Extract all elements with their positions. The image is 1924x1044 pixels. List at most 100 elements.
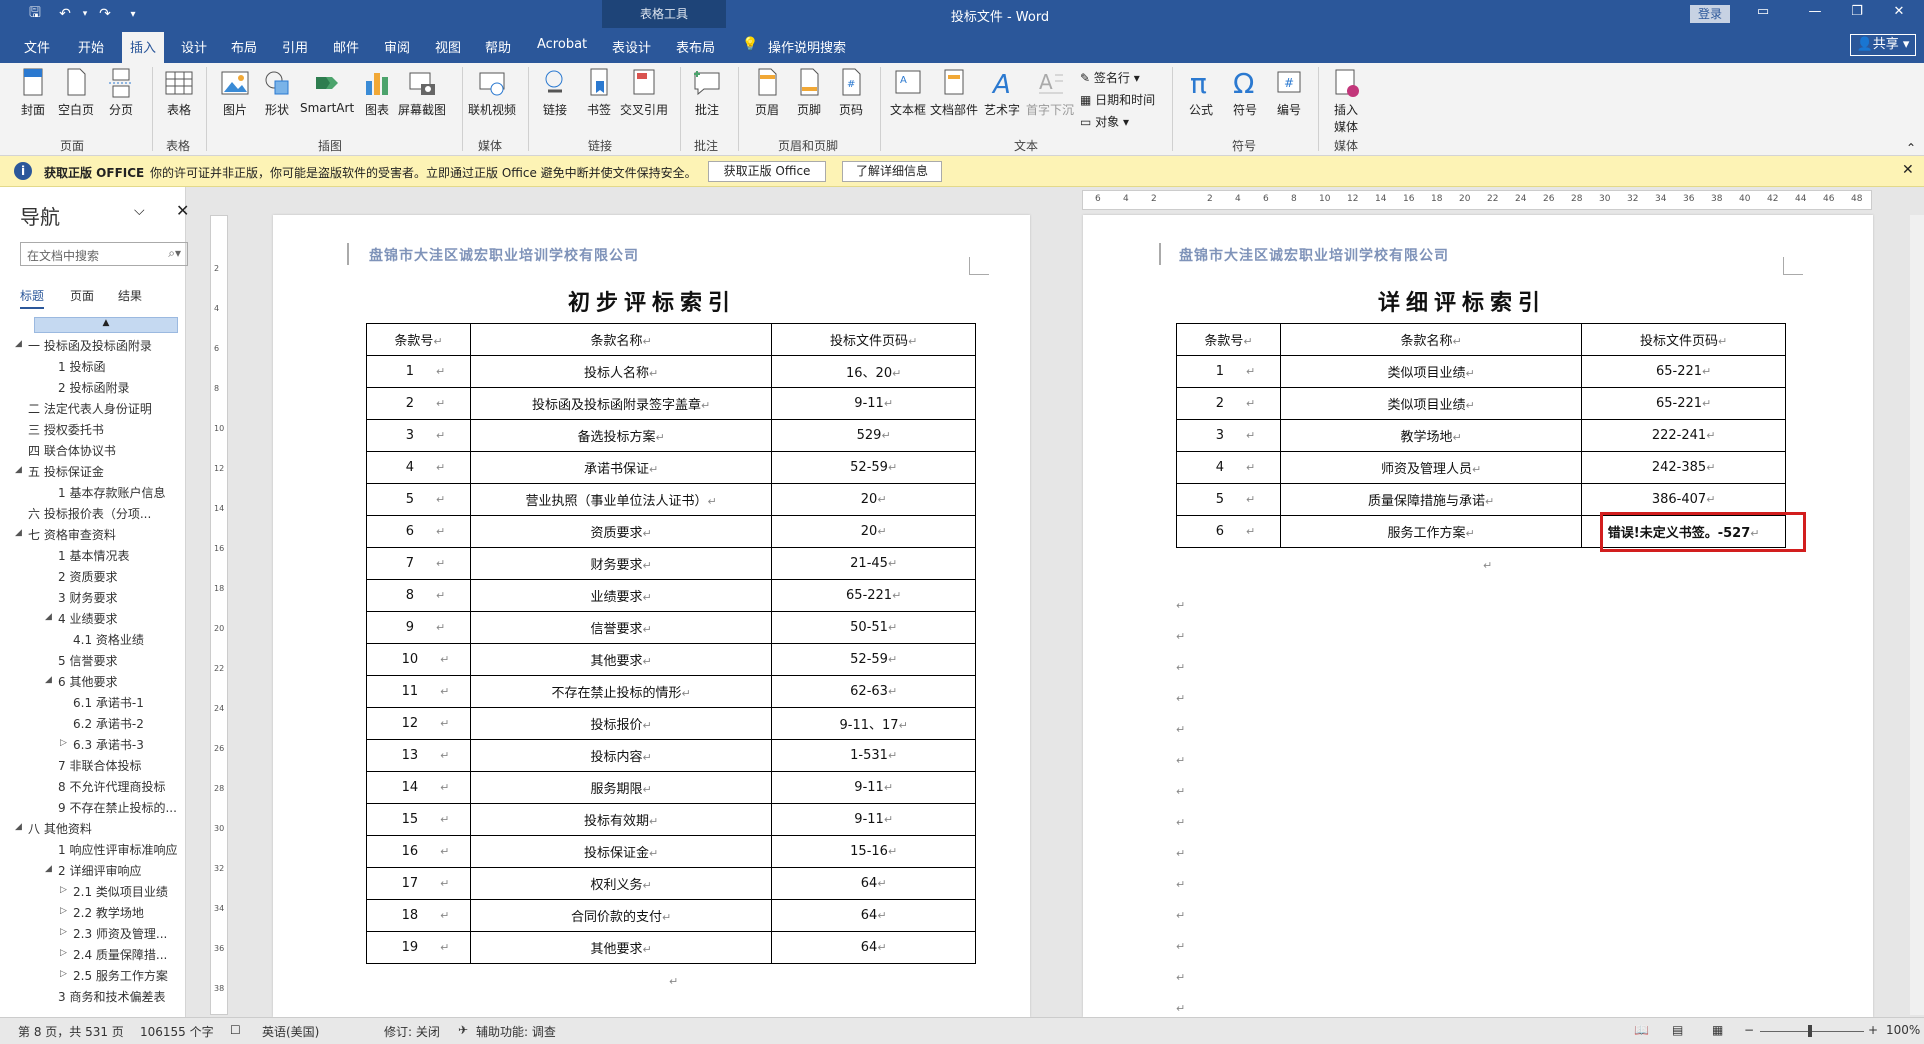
nav-heading-item[interactable]: 4.1 资格业绩 (73, 631, 144, 648)
nav-heading-item[interactable]: 1 响应性评审标准响应 (58, 841, 177, 858)
link-button[interactable]: 链接 (540, 67, 570, 118)
table-cell[interactable]: 投标保证金↵ (469, 835, 773, 868)
tab-home[interactable]: 开始 (78, 37, 104, 56)
screenshot-button[interactable]: 屏幕截图 (398, 67, 446, 118)
zoom-in-icon[interactable]: + (1868, 1023, 1878, 1037)
save-icon[interactable]: 🖫 (24, 4, 46, 24)
undo-icon[interactable]: ↶ (54, 4, 76, 24)
table-cell[interactable]: 50-51↵ (771, 611, 976, 644)
table-cell[interactable]: 65-221↵ (1581, 387, 1786, 420)
table-cell[interactable]: 16、20↵ (771, 355, 976, 388)
pictures-button[interactable]: 图片 (220, 67, 250, 118)
tab-file[interactable]: 文件 (24, 37, 50, 56)
page-count[interactable]: 第 8 页，共 531 页 (18, 1023, 124, 1040)
print-layout-icon[interactable]: ▤ (1672, 1023, 1683, 1037)
tab-view[interactable]: 视图 (435, 37, 461, 56)
nav-heading-item[interactable]: 八 其他资料 (28, 820, 92, 837)
table-cell[interactable]: 5 ↵ (366, 483, 471, 516)
nav-heading-item[interactable]: 2.2 教学场地 (73, 904, 144, 921)
nav-heading-item[interactable]: 5 信誉要求 (58, 652, 117, 669)
table-cell[interactable]: 类似项目业绩↵ (1279, 387, 1583, 420)
table-header-cell[interactable]: 投标文件页码↵ (771, 323, 976, 356)
footer-button[interactable]: 页脚 (794, 67, 824, 118)
table-cell[interactable]: 类似项目业绩↵ (1279, 355, 1583, 388)
table-cell[interactable]: 64↵ (771, 867, 976, 900)
table-cell[interactable]: 服务期限↵ (469, 771, 773, 804)
header-button[interactable]: 页眉 (752, 67, 782, 118)
table-cell[interactable]: 65-221↵ (771, 579, 976, 612)
nav-heading-item[interactable]: 8 不允许代理商投标 (58, 778, 165, 795)
table-cell[interactable]: 222-241↵ (1581, 419, 1786, 452)
undo-dropdown-icon[interactable]: ▾ (74, 4, 96, 24)
table-cell[interactable]: 15-16↵ (771, 835, 976, 868)
zoom-slider-thumb[interactable] (1808, 1025, 1812, 1037)
table-header-cell[interactable]: 条款号↵ (366, 323, 471, 356)
table-cell[interactable]: 19 ↵ (366, 931, 471, 964)
quick-parts-button[interactable]: 文档部件 (930, 67, 978, 118)
table-cell[interactable]: 9-11、17↵ (771, 707, 976, 740)
table-header-cell[interactable]: 条款名称↵ (1279, 323, 1583, 356)
table-cell[interactable]: 13 ↵ (366, 739, 471, 772)
table-cell[interactable]: 2 ↵ (366, 387, 471, 420)
vertical-scrollbar[interactable] (1910, 215, 1924, 1015)
expand-toggle-icon[interactable]: ◢ (15, 528, 22, 538)
table-cell[interactable]: 信誉要求↵ (469, 611, 773, 644)
table-cell[interactable]: 62-63↵ (771, 675, 976, 708)
date-time-button[interactable]: ▦ 日期和时间 (1080, 91, 1155, 108)
read-mode-icon[interactable]: 📖 (1634, 1023, 1649, 1037)
table-cell[interactable]: 2 ↵ (1176, 387, 1281, 420)
nav-heading-item[interactable]: 1 基本情况表 (58, 547, 129, 564)
page-break-button[interactable]: 分页 (106, 67, 136, 118)
expand-toggle-icon[interactable]: ▷ (60, 927, 67, 937)
table-cell[interactable]: 投标函及投标函附录签字盖章↵ (469, 387, 773, 420)
nav-tab-headings[interactable]: 标题 (20, 287, 45, 309)
table-cell[interactable]: 投标有效期↵ (469, 803, 773, 836)
blank-page-button[interactable]: 空白页 (58, 67, 94, 118)
table-cell[interactable]: 服务工作方案↵ (1279, 515, 1583, 548)
zoom-out-icon[interactable]: − (1744, 1023, 1754, 1037)
nav-heading-item[interactable]: 2.5 服务工作方案 (73, 967, 168, 984)
bookmark-button[interactable]: 书签 (584, 67, 614, 118)
nav-options-icon[interactable]: ⌵ (134, 203, 145, 219)
nav-heading-item[interactable]: 2 资质要求 (58, 568, 117, 585)
table-cell[interactable]: 11 ↵ (366, 675, 471, 708)
expand-toggle-icon[interactable]: ◢ (15, 465, 22, 475)
tab-insert[interactable]: 插入 (122, 32, 165, 63)
table-cell[interactable]: 8 ↵ (366, 579, 471, 612)
close-message-icon[interactable]: ✕ (1902, 162, 1914, 178)
equation-button[interactable]: π 公式 (1186, 67, 1216, 118)
expand-toggle-icon[interactable]: ◢ (15, 339, 22, 349)
table-cell[interactable]: 20↵ (771, 515, 976, 548)
table-cell[interactable]: 其他要求↵ (469, 931, 773, 964)
nav-heading-item[interactable]: 二 法定代表人身份证明 (28, 400, 152, 417)
tab-layout[interactable]: 布局 (231, 37, 257, 56)
table-cell[interactable]: 52-59↵ (771, 643, 976, 676)
chart-button[interactable]: 图表 (362, 67, 392, 118)
drop-cap-button[interactable]: A 首字下沉 (1026, 67, 1074, 118)
table-cell[interactable]: 64↵ (771, 931, 976, 964)
nav-heading-item[interactable]: 3 财务要求 (58, 589, 117, 606)
nav-heading-item[interactable]: 6 其他要求 (58, 673, 117, 690)
table-cell[interactable]: 529↵ (771, 419, 976, 452)
table-cell[interactable]: 1 ↵ (366, 355, 471, 388)
expand-toggle-icon[interactable]: ▷ (60, 738, 67, 748)
nav-heading-item[interactable]: 五 投标保证金 (28, 463, 104, 480)
table-cell[interactable]: 17 ↵ (366, 867, 471, 900)
signature-line-button[interactable]: ✎ 签名行 ▾ (1080, 69, 1140, 86)
table-cell[interactable]: 15 ↵ (366, 803, 471, 836)
table-cell[interactable]: 投标人名称↵ (469, 355, 773, 388)
table-cell[interactable]: 18 ↵ (366, 899, 471, 932)
accessibility-status[interactable]: 辅助功能: 调查 (476, 1023, 556, 1040)
table-cell[interactable]: 投标报价↵ (469, 707, 773, 740)
learn-more-button[interactable]: 了解详细信息 (842, 161, 942, 182)
search-icon[interactable]: ⌕▾ (168, 246, 181, 261)
tell-me-search[interactable]: 操作说明搜索 (768, 37, 846, 56)
table-button[interactable]: 表格 (164, 67, 194, 118)
nav-heading-item[interactable]: 一 投标函及投标函附录 (28, 337, 152, 354)
object-button[interactable]: ▭ 对象 ▾ (1080, 113, 1129, 130)
expand-toggle-icon[interactable]: ◢ (15, 822, 22, 832)
shapes-button[interactable]: 形状 (262, 67, 292, 118)
table-cell[interactable]: 16 ↵ (366, 835, 471, 868)
redo-icon[interactable]: ↷ (94, 4, 116, 24)
table-cell[interactable]: 386-407↵ (1581, 483, 1786, 516)
